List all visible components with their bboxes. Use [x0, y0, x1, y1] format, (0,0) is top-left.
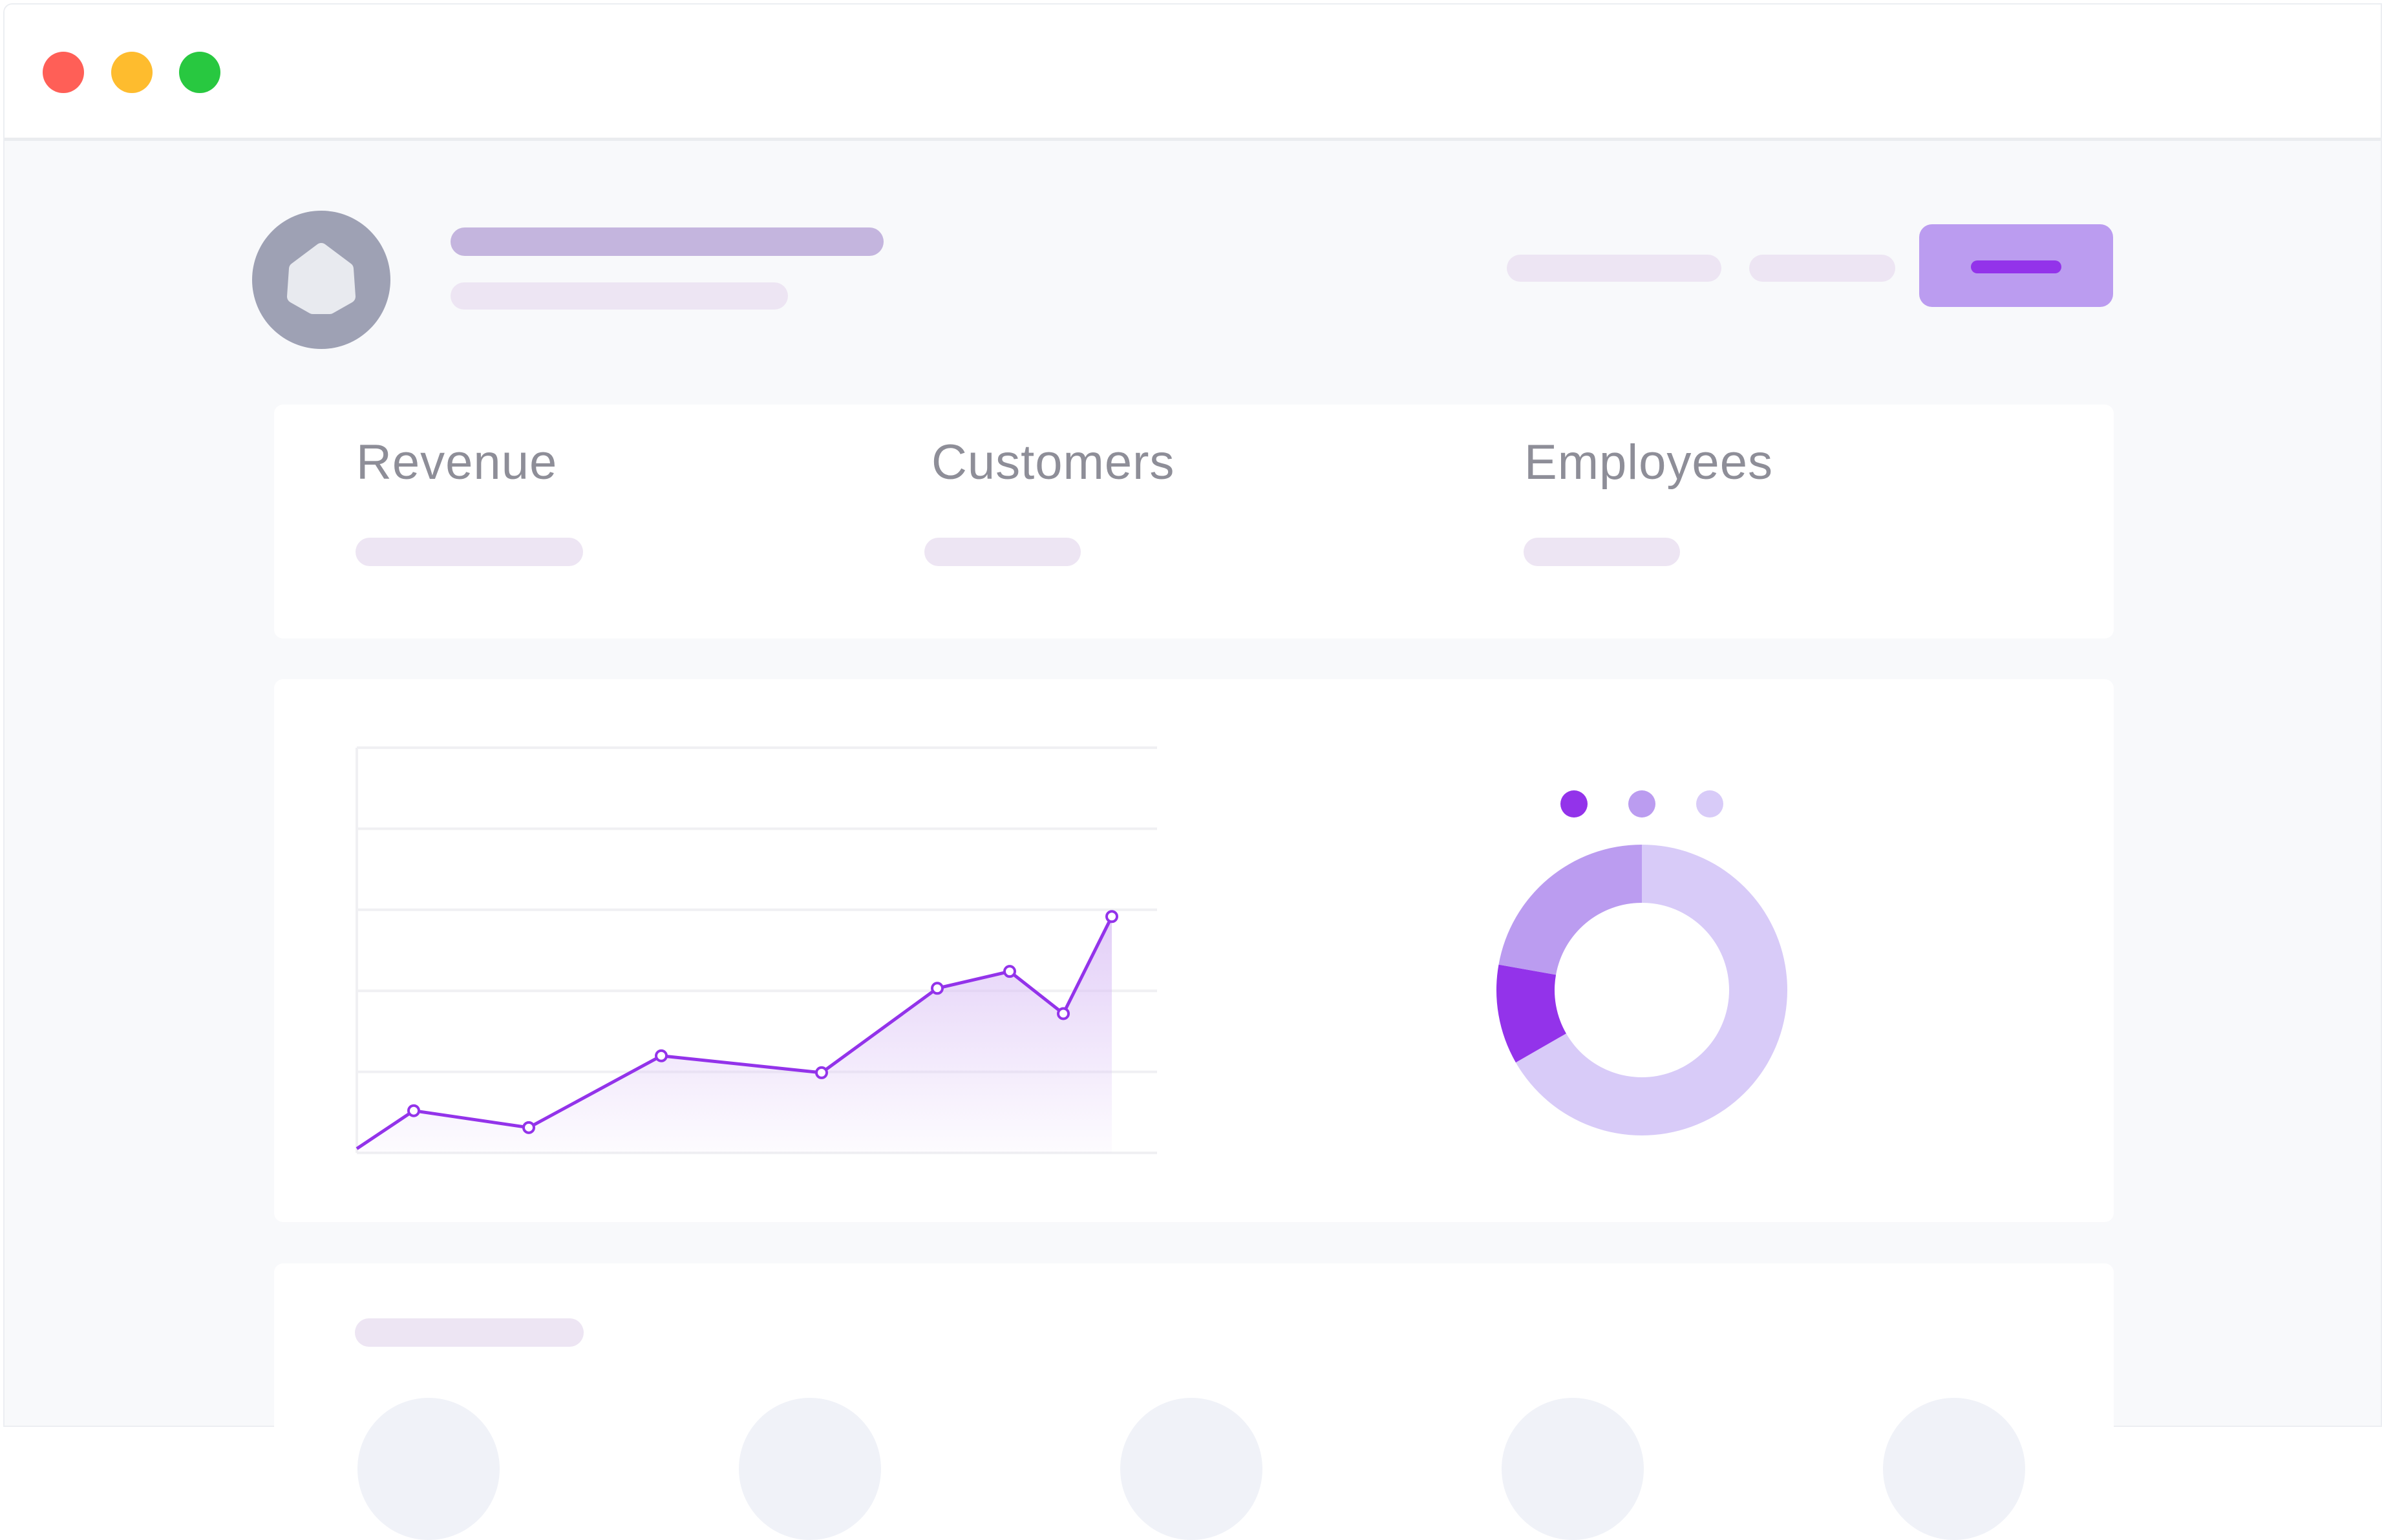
zoom-window-button[interactable]	[179, 52, 220, 93]
data-point[interactable]	[1057, 1007, 1070, 1020]
avatar[interactable]	[252, 211, 390, 349]
button-label-placeholder	[1971, 260, 2061, 273]
primary-action-button[interactable]	[1919, 224, 2113, 307]
customers-value-placeholder	[924, 538, 1081, 566]
data-point[interactable]	[1003, 965, 1016, 978]
page-subtitle-placeholder	[451, 282, 788, 310]
data-point[interactable]	[407, 1104, 420, 1117]
donut-slice[interactable]	[1498, 845, 1642, 975]
nav-link-1[interactable]	[1507, 255, 1721, 282]
title-bar	[5, 5, 2381, 141]
close-window-button[interactable]	[43, 52, 84, 93]
revenue-value-placeholder	[356, 538, 583, 566]
legend-dot-secondary	[1628, 790, 1655, 817]
revenue-label: Revenue	[356, 435, 558, 490]
data-point[interactable]	[815, 1066, 828, 1079]
customers-label: Customers	[931, 435, 1175, 490]
donut-chart	[1496, 845, 1787, 1135]
legend-dot-tertiary	[1696, 790, 1723, 817]
pentagon-logo-icon	[287, 243, 356, 314]
minimize-window-button[interactable]	[111, 52, 153, 93]
nav-link-2[interactable]	[1749, 255, 1895, 282]
data-point[interactable]	[931, 982, 944, 995]
team-avatar-5[interactable]	[1883, 1398, 2025, 1540]
team-avatar-4[interactable]	[1502, 1398, 1644, 1540]
team-avatar-2[interactable]	[739, 1398, 881, 1540]
team-avatar-1[interactable]	[357, 1398, 500, 1540]
employees-label: Employees	[1524, 435, 1773, 490]
data-point[interactable]	[522, 1121, 535, 1134]
data-point[interactable]	[1105, 910, 1118, 923]
page-title-placeholder	[451, 227, 884, 256]
employees-value-placeholder	[1524, 538, 1680, 566]
legend-dot-primary	[1560, 790, 1588, 817]
team-avatar-3[interactable]	[1120, 1398, 1262, 1540]
data-point[interactable]	[655, 1049, 668, 1062]
line-area-chart	[356, 746, 1157, 1154]
section-title-placeholder	[355, 1318, 584, 1347]
